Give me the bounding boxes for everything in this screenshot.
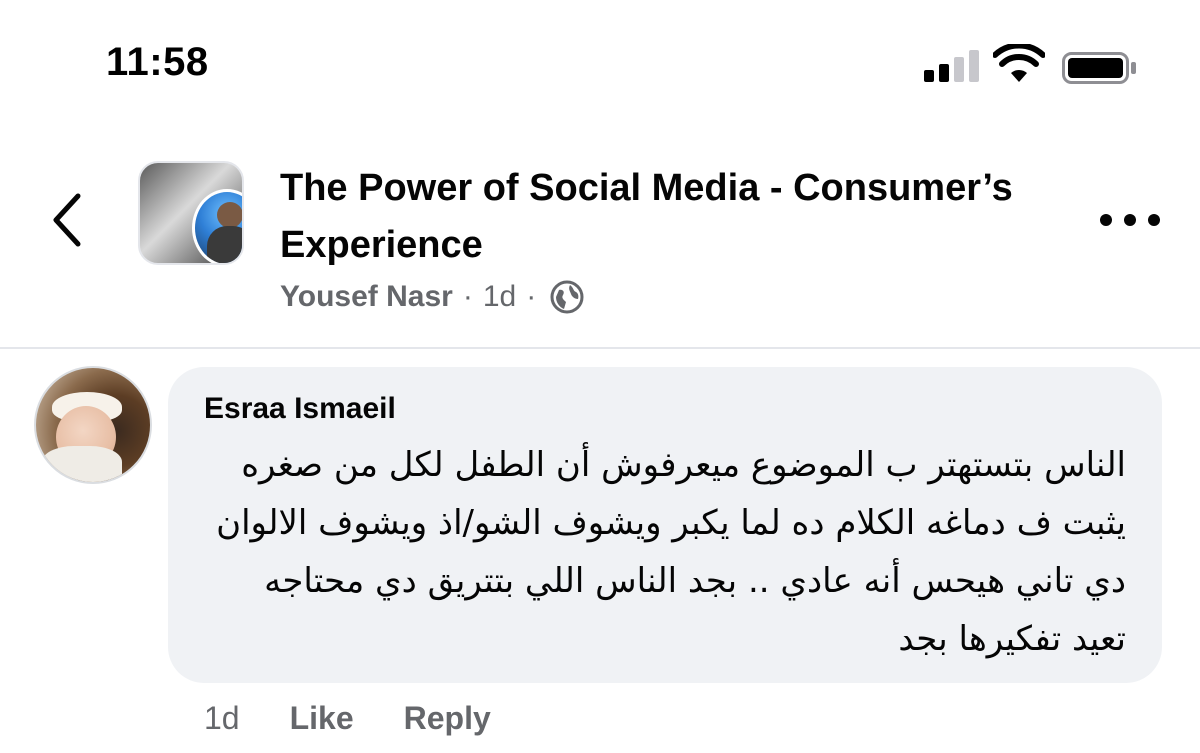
wifi-icon [993,44,1045,82]
post-age[interactable]: 1d [483,280,516,314]
comment-age: 1d [204,700,240,736]
status-time: 11:58 [106,40,209,84]
more-dot [1148,214,1160,226]
globe-icon [550,280,584,314]
meta-separator: · [462,280,473,313]
post-title[interactable]: The Power of Social Media - Consumer’s E… [280,160,1040,274]
more-dot [1100,214,1112,226]
post-meta: Yousef Nasr · 1d · [280,275,584,319]
commenter-name[interactable]: Esraa Ismaeil [204,392,396,426]
header-divider [0,347,1200,349]
post-author[interactable]: Yousef Nasr [280,280,453,314]
group-avatar[interactable] [138,161,244,265]
like-button[interactable]: Like [290,700,354,737]
reply-button[interactable]: Reply [404,700,491,737]
comment-actions: 1d Like Reply [204,700,541,737]
commenter-avatar[interactable] [34,366,152,484]
battery-icon [1062,52,1136,84]
meta-separator: · [526,280,537,313]
cellular-signal-icon [924,50,980,82]
more-options-button[interactable] [1100,208,1160,232]
comment-text: الناس بتستهتر ب الموضوع ميعرفوش أن الطفل… [216,445,1126,659]
back-chevron-icon[interactable] [46,188,90,252]
more-dot [1124,214,1136,226]
